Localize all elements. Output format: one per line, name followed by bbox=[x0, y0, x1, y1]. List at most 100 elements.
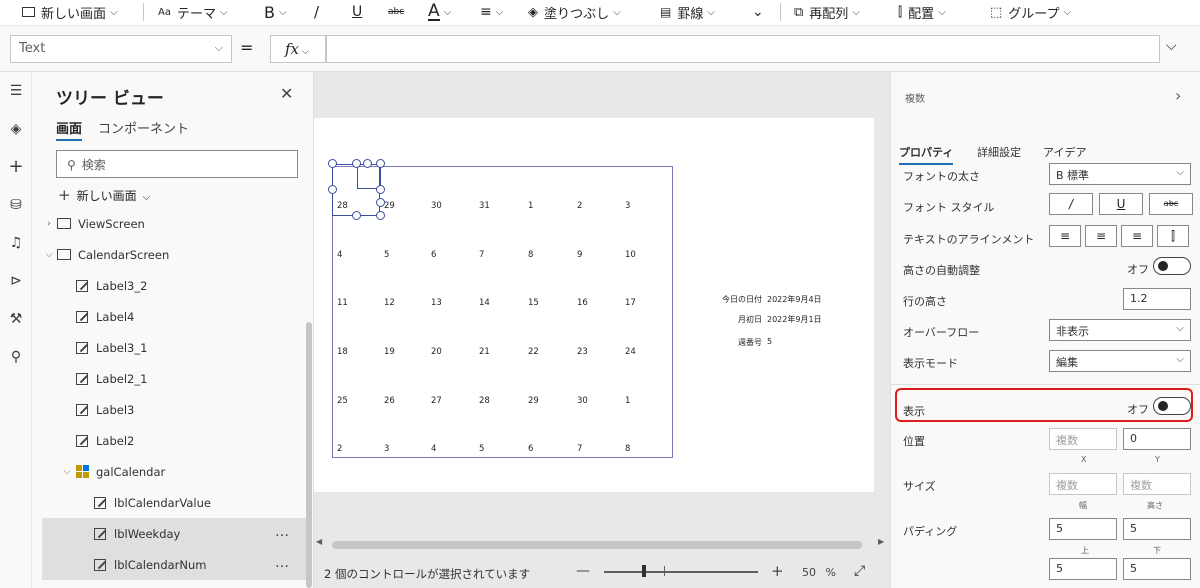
resize-handle[interactable] bbox=[376, 159, 385, 168]
reorder-menu[interactable]: ⧉ 再配列 ⌵ bbox=[794, 0, 860, 24]
tab-properties[interactable]: プロパティ bbox=[899, 144, 954, 165]
chevron-down-icon[interactable]: ⌵ bbox=[42, 250, 56, 260]
calendar-day-cell[interactable]: 3 bbox=[384, 444, 389, 454]
resize-handle[interactable] bbox=[363, 159, 372, 168]
overflow-select[interactable]: 非表示 ⌵ bbox=[1049, 319, 1191, 341]
calendar-day-cell[interactable]: 29 bbox=[528, 396, 539, 406]
tab-components[interactable]: コンポーネント bbox=[98, 118, 189, 137]
tree-node[interactable]: Label2 bbox=[42, 425, 312, 456]
new-screen-button[interactable]: + 新しい画面 ⌵ bbox=[58, 186, 150, 204]
padding-left-input[interactable]: 5 bbox=[1049, 558, 1117, 580]
gal-calendar[interactable]: 28 29 30 31 1 2 3 4 5 6 7 8 9 10 11 12 13 14 15 16 17 18 19 20 2… bbox=[332, 166, 673, 458]
resize-handle[interactable] bbox=[352, 211, 361, 220]
close-icon[interactable]: ✕ bbox=[280, 84, 293, 103]
padding-bottom-input[interactable]: 5 bbox=[1123, 518, 1191, 540]
insert-icon[interactable]: + bbox=[7, 158, 25, 176]
calendar-day-cell[interactable]: 2 bbox=[577, 201, 582, 211]
new-screen-menu[interactable]: 新しい画面 ⌵ bbox=[22, 0, 118, 24]
calendar-day-cell[interactable]: 7 bbox=[479, 250, 484, 260]
tree-node[interactable]: Label3_2 bbox=[42, 270, 312, 301]
calendar-day-cell[interactable]: 20 bbox=[431, 347, 442, 357]
tab-ideas[interactable]: アイデア bbox=[1043, 144, 1086, 160]
theme-menu[interactable]: Aa テーマ ⌵ bbox=[158, 0, 228, 24]
calendar-day-cell[interactable]: 5 bbox=[384, 250, 389, 260]
calendar-day-cell[interactable]: 17 bbox=[625, 298, 636, 308]
font-color-button[interactable]: A ⌵ bbox=[428, 0, 451, 24]
tree-scrollbar[interactable] bbox=[306, 322, 312, 588]
calendar-day-cell[interactable]: 7 bbox=[577, 444, 582, 454]
underline-button[interactable]: U bbox=[352, 0, 362, 24]
calendar-day-cell[interactable]: 1 bbox=[625, 396, 630, 406]
tree-view-icon[interactable]: ◈ bbox=[7, 120, 25, 138]
fit-to-window-icon[interactable]: ⤢ bbox=[854, 563, 865, 579]
tree-node[interactable]: ⌵ CalendarScreen bbox=[42, 239, 312, 270]
resize-handle[interactable] bbox=[376, 211, 385, 220]
tree-node[interactable]: › ViewScreen bbox=[42, 208, 312, 239]
calendar-day-cell[interactable]: 28 bbox=[479, 396, 490, 406]
tree-search-input[interactable]: ⚲ 検索 bbox=[56, 150, 298, 178]
data-icon[interactable]: ⛁ bbox=[7, 196, 25, 214]
calendar-day-cell[interactable]: 4 bbox=[337, 250, 342, 260]
align-center-icon[interactable]: ≡ bbox=[1085, 225, 1117, 247]
resize-handle[interactable] bbox=[376, 185, 385, 194]
align-menu[interactable]: ⫿ 配置 ⌵ bbox=[898, 0, 946, 24]
align-right-icon[interactable]: ≡ bbox=[1121, 225, 1153, 247]
align-justify-icon[interactable]: ⫿ bbox=[1157, 225, 1189, 247]
text-align-button[interactable]: ≡ ⌵ bbox=[480, 0, 503, 24]
tree-node[interactable]: Label2_1 bbox=[42, 363, 312, 394]
strikethrough-style-button[interactable]: abc bbox=[1149, 193, 1193, 215]
more-options-icon[interactable]: … bbox=[275, 524, 290, 540]
italic-style-button[interactable]: / bbox=[1049, 193, 1093, 215]
chevron-right-icon[interactable]: › bbox=[42, 219, 56, 229]
calendar-day-cell[interactable]: 9 bbox=[577, 250, 582, 260]
calendar-day-cell[interactable]: 3 bbox=[625, 201, 630, 211]
hamburger-icon[interactable]: ☰ bbox=[7, 82, 25, 100]
resize-handle[interactable] bbox=[328, 185, 337, 194]
calendar-day-cell[interactable]: 15 bbox=[528, 298, 539, 308]
tree-node[interactable]: Label3_1 bbox=[42, 332, 312, 363]
height-input[interactable]: 複数 bbox=[1123, 473, 1191, 495]
property-select[interactable]: Text ⌵ bbox=[10, 35, 232, 63]
zoom-in-button[interactable]: + bbox=[771, 562, 784, 580]
fill-menu[interactable]: ◈ 塗りつぶし ⌵ bbox=[528, 0, 621, 24]
search-icon[interactable]: ⚲ bbox=[7, 348, 25, 366]
padding-top-input[interactable]: 5 bbox=[1049, 518, 1117, 540]
line-height-input[interactable]: 1.2 bbox=[1123, 288, 1191, 310]
tools-icon[interactable]: ⚒ bbox=[7, 310, 25, 328]
calendar-day-cell[interactable]: 22 bbox=[528, 347, 539, 357]
calendar-day-cell[interactable]: 27 bbox=[431, 396, 442, 406]
tree-node[interactable]: Label3 bbox=[42, 394, 312, 425]
auto-height-toggle[interactable] bbox=[1153, 257, 1191, 275]
calendar-day-cell[interactable]: 5 bbox=[479, 444, 484, 454]
calendar-day-cell[interactable]: 30 bbox=[577, 396, 588, 406]
italic-button[interactable]: / bbox=[314, 0, 319, 24]
calendar-day-cell[interactable]: 1 bbox=[528, 201, 533, 211]
calendar-day-cell[interactable]: 23 bbox=[577, 347, 588, 357]
calendar-day-cell[interactable]: 12 bbox=[384, 298, 395, 308]
border-menu[interactable]: ▤ 罫線 ⌵ bbox=[660, 0, 715, 24]
chevron-right-icon[interactable]: › bbox=[1175, 86, 1181, 105]
calendar-day-cell[interactable]: 4 bbox=[431, 444, 436, 454]
app-canvas[interactable]: 28 29 30 31 1 2 3 4 5 6 7 8 9 10 11 12 13 14 15 16 17 18 19 20 2… bbox=[314, 118, 874, 492]
position-x-input[interactable]: 複数 bbox=[1049, 428, 1117, 450]
underline-style-button[interactable]: U bbox=[1099, 193, 1143, 215]
calendar-day-cell[interactable]: 21 bbox=[479, 347, 490, 357]
chevron-down-icon[interactable]: ⌵ bbox=[60, 467, 74, 477]
tree-node[interactable]: lblCalendarValue bbox=[42, 487, 312, 518]
calendar-day-cell[interactable]: 13 bbox=[431, 298, 442, 308]
zoom-slider-thumb[interactable] bbox=[642, 565, 646, 577]
zoom-slider[interactable] bbox=[604, 571, 758, 573]
bold-button[interactable]: B ⌵ bbox=[264, 0, 287, 24]
calendar-day-cell[interactable]: 10 bbox=[625, 250, 636, 260]
formula-input[interactable] bbox=[326, 35, 1160, 63]
tree-node[interactable]: lblWeekday… bbox=[42, 518, 312, 549]
calendar-day-cell[interactable]: 16 bbox=[577, 298, 588, 308]
font-weight-select[interactable]: B 標準 ⌵ bbox=[1049, 163, 1191, 185]
calendar-day-cell[interactable]: 31 bbox=[479, 201, 490, 211]
padding-right-input[interactable]: 5 bbox=[1123, 558, 1191, 580]
tab-screens[interactable]: 画面 bbox=[56, 118, 83, 141]
tree-node[interactable]: ⌵ galCalendar bbox=[42, 456, 312, 487]
calendar-day-cell[interactable]: 8 bbox=[625, 444, 630, 454]
calendar-day-cell[interactable]: 18 bbox=[337, 347, 348, 357]
media-icon[interactable]: ♫ bbox=[7, 234, 25, 252]
